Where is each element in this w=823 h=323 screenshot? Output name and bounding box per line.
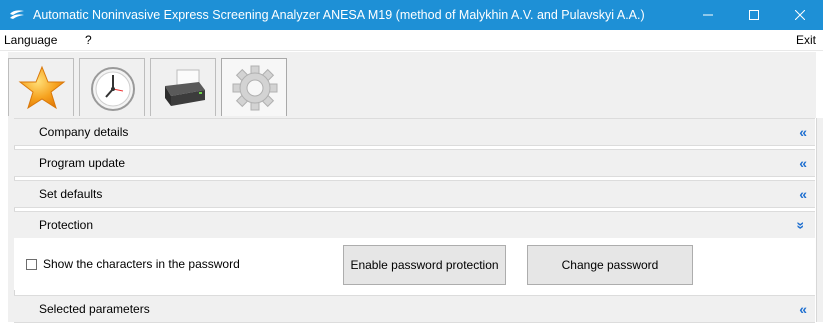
tab-favorites[interactable] [8,58,74,116]
clock-icon [91,67,135,111]
minimize-icon [703,14,713,16]
app-logo-icon [9,9,25,21]
printer-icon [165,69,205,106]
toolbar [8,52,816,120]
show-password-label: Show the characters in the password [43,257,240,271]
section-program-update[interactable]: Program update « [14,149,815,177]
window-title: Automatic Noninvasive Express Screening … [33,8,645,22]
collapse-chevron-icon[interactable]: » [788,222,815,230]
section-label: Selected parameters [39,302,150,316]
enable-password-protection-button[interactable]: Enable password protection [343,245,506,285]
section-protection[interactable]: Protection » [14,211,815,239]
section-label: Protection [39,218,94,232]
menu-help[interactable]: ? [85,30,92,50]
maximize-icon [749,10,759,20]
expand-chevron-icon[interactable]: « [799,181,807,208]
section-label: Set defaults [39,187,103,201]
menu-language[interactable]: Language [4,30,57,50]
section-label: Company details [39,125,129,139]
tab-print[interactable] [150,58,216,116]
change-password-button[interactable]: Change password [527,245,693,285]
section-selected-parameters[interactable]: Selected parameters « [14,295,815,323]
menu-bar: Language ? Exit [0,30,823,51]
expand-chevron-icon[interactable]: « [799,296,807,323]
title-bar: Automatic Noninvasive Express Screening … [0,0,823,30]
close-icon [795,10,805,20]
show-password-checkbox[interactable] [26,259,37,270]
section-label: Program update [39,156,126,170]
minimize-button[interactable] [685,0,731,30]
gear-icon [232,65,278,111]
maximize-button[interactable] [731,0,777,30]
expand-chevron-icon[interactable]: « [799,150,807,177]
section-company-details[interactable]: Company details « [14,118,815,146]
star-icon [18,65,66,110]
tab-history[interactable] [79,58,145,116]
menu-exit[interactable]: Exit [796,30,816,50]
tab-settings[interactable] [221,58,287,116]
expand-chevron-icon[interactable]: « [799,119,807,146]
section-set-defaults[interactable]: Set defaults « [14,180,815,208]
close-button[interactable] [777,0,823,30]
